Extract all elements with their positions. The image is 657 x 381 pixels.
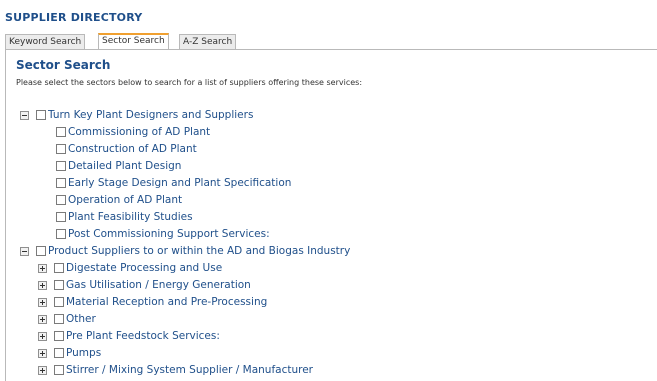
directory-title: SUPPLIER DIRECTORY — [5, 11, 143, 24]
tab-keyword-search[interactable]: Keyword Search — [5, 34, 86, 49]
group-checkbox[interactable] — [36, 110, 46, 120]
tree-group-product-suppliers: Product Suppliers to or within the AD an… — [20, 244, 350, 258]
item-checkbox[interactable] — [54, 280, 64, 290]
item-checkbox[interactable] — [56, 178, 66, 188]
expand-toggle-icon[interactable] — [38, 263, 47, 273]
collapse-toggle-icon[interactable] — [20, 110, 29, 120]
item-label[interactable]: Stirrer / Mixing System Supplier / Manuf… — [66, 363, 313, 377]
tree-item: Other — [38, 312, 96, 326]
tree-item: Digestate Processing and Use — [38, 261, 222, 275]
tree-item: Pre Plant Feedstock Services: — [38, 329, 220, 343]
panel-title: Sector Search — [16, 58, 111, 72]
item-checkbox[interactable] — [54, 297, 64, 307]
item-label[interactable]: Material Reception and Pre-Processing — [66, 295, 267, 309]
tree-group-turn-key: Turn Key Plant Designers and Suppliers — [20, 108, 253, 122]
item-label[interactable]: Early Stage Design and Plant Specificati… — [68, 176, 291, 190]
item-checkbox[interactable] — [56, 195, 66, 205]
item-checkbox[interactable] — [56, 144, 66, 154]
sector-search-panel: Sector Search Please select the sectors … — [5, 49, 657, 381]
item-label[interactable]: Pre Plant Feedstock Services: — [66, 329, 220, 343]
expand-toggle-icon[interactable] — [38, 365, 47, 375]
expand-toggle-icon[interactable] — [38, 314, 47, 324]
tab-az-search[interactable]: A-Z Search — [179, 34, 237, 49]
item-label[interactable]: Construction of AD Plant — [68, 142, 197, 156]
instructions-text: Please select the sectors below to searc… — [16, 78, 363, 87]
item-label[interactable]: Post Commissioning Support Services: — [68, 227, 270, 241]
item-label[interactable]: Digestate Processing and Use — [66, 261, 222, 275]
tree-item: Pumps — [38, 346, 101, 360]
tree-item: Plant Feasibility Studies — [56, 210, 193, 224]
group-checkbox[interactable] — [36, 246, 46, 256]
item-checkbox[interactable] — [56, 212, 66, 222]
item-checkbox[interactable] — [56, 229, 66, 239]
item-label[interactable]: Pumps — [66, 346, 101, 360]
tree-item: Stirrer / Mixing System Supplier / Manuf… — [38, 363, 313, 377]
expand-toggle-icon[interactable] — [38, 331, 47, 341]
group-label[interactable]: Turn Key Plant Designers and Suppliers — [48, 108, 253, 122]
expand-toggle-icon[interactable] — [38, 297, 47, 307]
tree-item: Gas Utilisation / Energy Generation — [38, 278, 251, 292]
item-label[interactable]: Plant Feasibility Studies — [68, 210, 193, 224]
tree-item: Detailed Plant Design — [56, 159, 181, 173]
expand-toggle-icon[interactable] — [38, 280, 47, 290]
item-checkbox[interactable] — [54, 331, 64, 341]
item-label[interactable]: Commissioning of AD Plant — [68, 125, 210, 139]
item-label[interactable]: Detailed Plant Design — [68, 159, 181, 173]
group-label[interactable]: Product Suppliers to or within the AD an… — [48, 244, 350, 258]
item-checkbox[interactable] — [54, 348, 64, 358]
tree-item: Material Reception and Pre-Processing — [38, 295, 267, 309]
item-label[interactable]: Gas Utilisation / Energy Generation — [66, 278, 251, 292]
expand-toggle-icon[interactable] — [38, 348, 47, 358]
item-checkbox[interactable] — [56, 161, 66, 171]
tree-item: Operation of AD Plant — [56, 193, 182, 207]
tree-item: Construction of AD Plant — [56, 142, 197, 156]
item-label[interactable]: Other — [66, 312, 96, 326]
tree-item: Early Stage Design and Plant Specificati… — [56, 176, 291, 190]
item-checkbox[interactable] — [54, 263, 64, 273]
supplier-directory-page: SUPPLIER DIRECTORY Keyword Search Sector… — [0, 0, 657, 381]
item-checkbox[interactable] — [54, 314, 64, 324]
search-tabs: Keyword Search Sector Search A-Z Search — [5, 33, 657, 50]
item-label[interactable]: Operation of AD Plant — [68, 193, 182, 207]
tree-item: Post Commissioning Support Services: — [56, 227, 270, 241]
collapse-toggle-icon[interactable] — [20, 246, 29, 256]
item-checkbox[interactable] — [56, 127, 66, 137]
tree-item: Commissioning of AD Plant — [56, 125, 210, 139]
tab-sector-search[interactable]: Sector Search — [98, 33, 169, 49]
item-checkbox[interactable] — [54, 365, 64, 375]
